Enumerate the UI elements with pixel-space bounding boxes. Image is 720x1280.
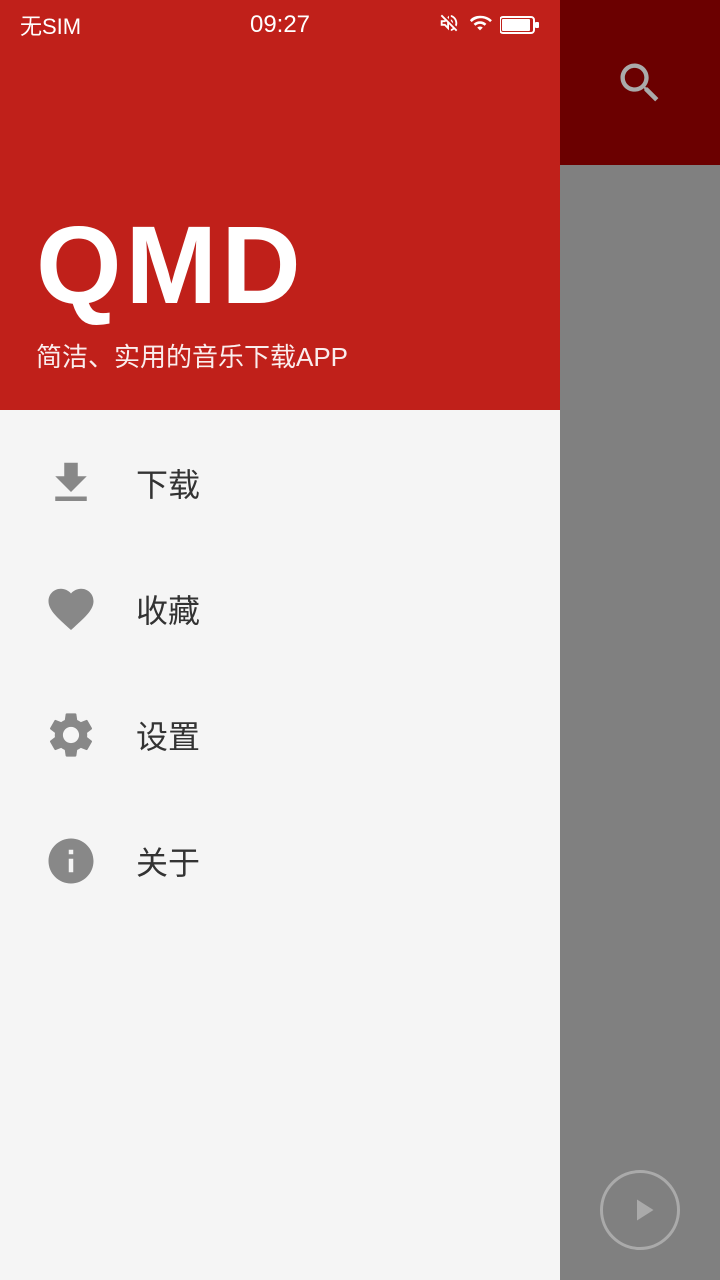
info-icon	[36, 826, 106, 896]
gear-icon	[36, 700, 106, 770]
play-button-area	[560, 1170, 720, 1250]
app-subtitle: 简洁、实用的音乐下载APP	[36, 337, 524, 374]
menu-item-download[interactable]: 下载	[0, 420, 560, 546]
app-header: QMD 简洁、实用的音乐下载APP	[0, 0, 560, 410]
status-bar: 无SIM 09:27	[0, 0, 560, 50]
download-icon	[36, 448, 106, 518]
heart-icon	[36, 574, 106, 644]
search-area[interactable]	[560, 0, 720, 165]
favorites-label: 收藏	[136, 586, 200, 632]
drawer-panel: 无SIM 09:27	[0, 0, 560, 1280]
wifi-icon	[468, 12, 492, 39]
status-icons	[438, 12, 540, 39]
menu-item-settings[interactable]: 设置	[0, 672, 560, 798]
search-icon[interactable]	[610, 53, 670, 113]
time-label: 09:27	[250, 11, 310, 39]
play-button[interactable]	[600, 1170, 680, 1250]
about-label: 关于	[136, 838, 200, 884]
settings-label: 设置	[136, 712, 200, 758]
app-title: QMD	[36, 211, 524, 321]
battery-icon	[500, 15, 540, 35]
menu-item-favorites[interactable]: 收藏	[0, 546, 560, 672]
mute-icon	[438, 12, 460, 39]
menu-list: 下载 收藏 设置	[0, 410, 560, 1280]
right-panel	[560, 0, 720, 1280]
download-label: 下载	[136, 460, 200, 506]
menu-item-about[interactable]: 关于	[0, 798, 560, 924]
carrier-label: 无SIM	[20, 9, 81, 41]
